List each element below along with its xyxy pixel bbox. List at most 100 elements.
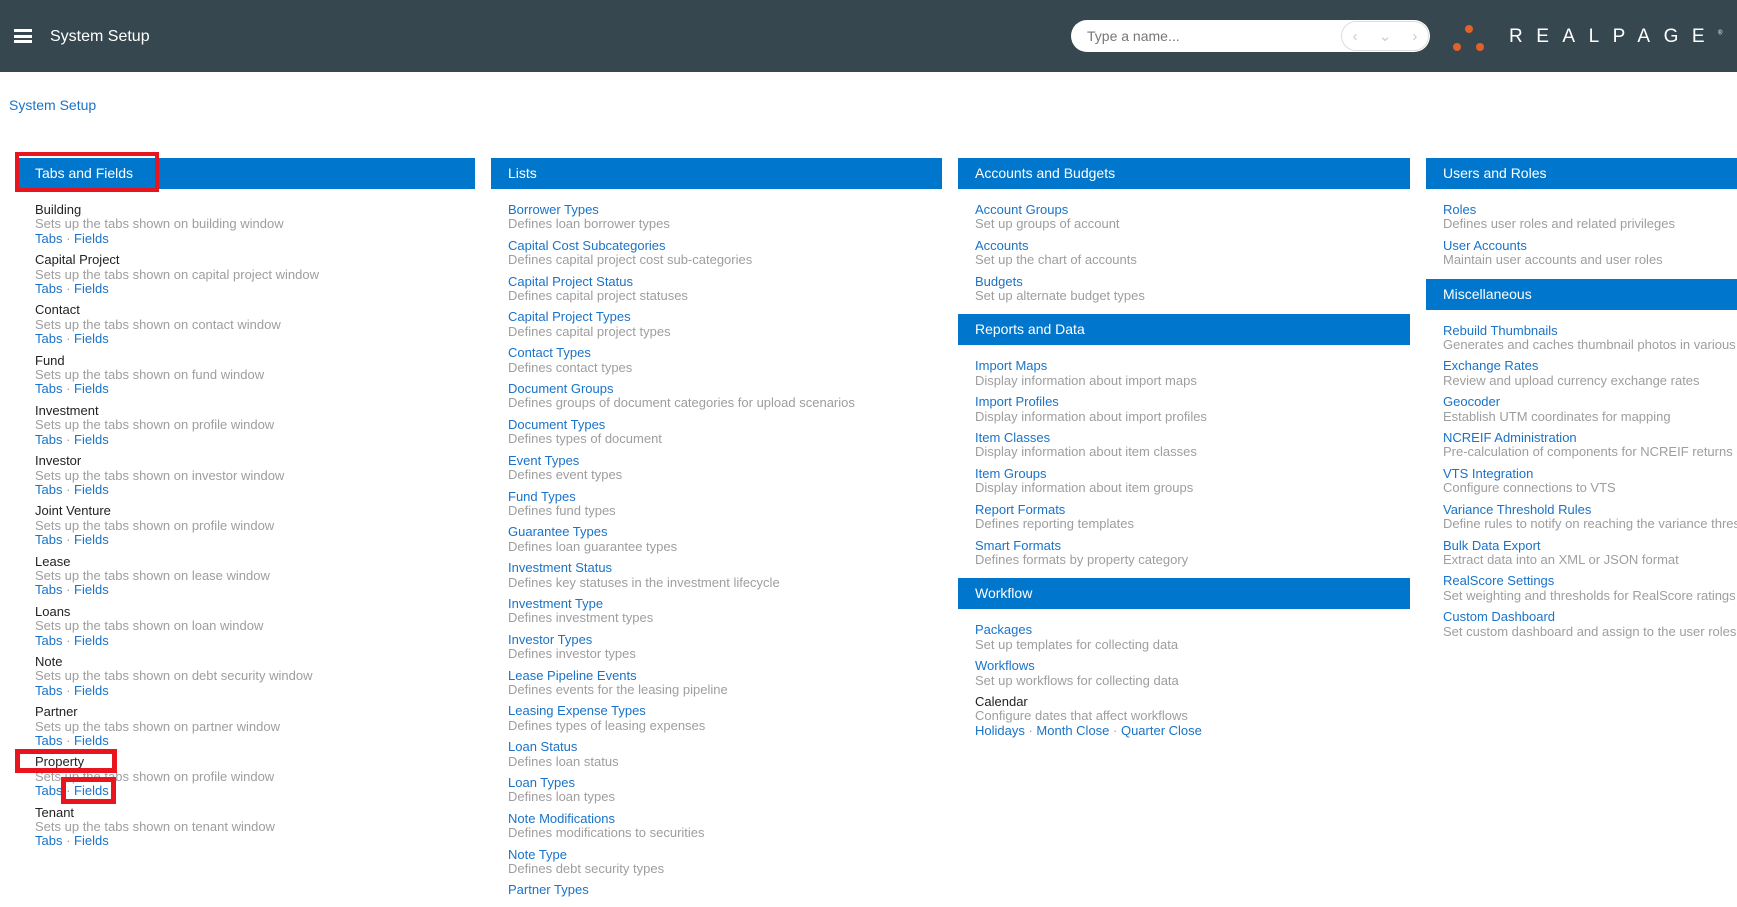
search-input[interactable] xyxy=(1087,27,1337,45)
list-item: GeocoderEstablish UTM coordinates for ma… xyxy=(1443,395,1737,424)
fields-link[interactable]: Fields xyxy=(74,683,109,698)
fields-link[interactable]: Fields xyxy=(74,231,109,246)
item-link[interactable]: Investment Type xyxy=(508,597,942,611)
tabs-link[interactable]: Tabs xyxy=(35,231,62,246)
separator: · xyxy=(62,331,74,346)
item-desc: Establish UTM coordinates for mapping xyxy=(1443,410,1737,424)
item-link[interactable]: Document Types xyxy=(508,418,942,432)
item-link[interactable]: Custom Dashboard xyxy=(1443,610,1737,624)
item-links: Tabs · Fields xyxy=(35,483,475,497)
item-link[interactable]: Note Type xyxy=(508,848,942,862)
list-item: Import MapsDisplay information about imp… xyxy=(975,359,1410,388)
list-item: Bulk Data ExportExtract data into an XML… xyxy=(1443,539,1737,568)
tabs-link[interactable]: Tabs xyxy=(35,532,62,547)
item-link[interactable]: Note Modifications xyxy=(508,812,942,826)
item-link[interactable]: RealScore Settings xyxy=(1443,574,1737,588)
item-link[interactable]: Event Types xyxy=(508,454,942,468)
item-link[interactable]: Rebuild Thumbnails xyxy=(1443,324,1737,338)
item-link[interactable]: Fund Types xyxy=(508,490,942,504)
item-desc: Sets up the tabs shown on fund window xyxy=(35,368,475,382)
item-link[interactable]: Capital Cost Subcategories xyxy=(508,239,942,253)
item-link[interactable]: Loan Types xyxy=(508,776,942,790)
item-link[interactable]: Capital Project Status xyxy=(508,275,942,289)
fields-link[interactable]: Fields xyxy=(74,331,109,346)
item-link[interactable]: Item Classes xyxy=(975,431,1410,445)
chevron-down-icon[interactable]: ⌄ xyxy=(1379,27,1392,45)
menu-icon[interactable] xyxy=(14,29,32,43)
fields-link[interactable]: Fields xyxy=(74,281,109,296)
fields-link[interactable]: Fields xyxy=(74,532,109,547)
item-link[interactable]: Partner Types xyxy=(508,883,942,897)
item-link[interactable]: Report Formats xyxy=(975,503,1410,517)
list-item: Guarantee TypesDefines loan guarantee ty… xyxy=(508,525,942,554)
item-link[interactable]: Budgets xyxy=(975,275,1410,289)
tabs-link[interactable]: Tabs xyxy=(35,432,62,447)
tabs-link[interactable]: Tabs xyxy=(35,733,62,748)
item-link[interactable]: Roles xyxy=(1443,203,1737,217)
logo-dot-icon xyxy=(1476,43,1484,51)
item-link[interactable]: Capital Project Types xyxy=(508,310,942,324)
section-header: Workflow xyxy=(958,578,1410,609)
tabs-link[interactable]: Tabs xyxy=(35,633,62,648)
item-link[interactable]: Exchange Rates xyxy=(1443,359,1737,373)
chevron-left-icon[interactable]: ‹ xyxy=(1353,28,1358,45)
item-link[interactable]: User Accounts xyxy=(1443,239,1737,253)
fields-link[interactable]: Fields xyxy=(74,633,109,648)
tabs-link[interactable]: Tabs xyxy=(35,281,62,296)
item-link[interactable]: Investment Status xyxy=(508,561,942,575)
item-link[interactable]: Loan Status xyxy=(508,740,942,754)
item-title: Capital Project xyxy=(35,253,475,267)
fields-link[interactable]: Fields xyxy=(74,381,109,396)
list-item: TenantSets up the tabs shown on tenant w… xyxy=(35,806,475,849)
item-link[interactable]: Borrower Types xyxy=(508,203,942,217)
item-link[interactable]: Leasing Expense Types xyxy=(508,704,942,718)
list-item: Note TypeDefines debt security types xyxy=(508,848,942,877)
tabs-link[interactable]: Tabs xyxy=(35,582,62,597)
item-link[interactable]: VTS Integration xyxy=(1443,467,1737,481)
fields-link[interactable]: Fields xyxy=(74,833,109,848)
tabs-link[interactable]: Tabs xyxy=(35,331,62,346)
item-desc: Configure dates that affect workflows xyxy=(975,709,1410,723)
fields-link[interactable]: Fields xyxy=(74,482,109,497)
item-link[interactable]: Guarantee Types xyxy=(508,525,942,539)
item-link[interactable]: Import Profiles xyxy=(975,395,1410,409)
tabs-link[interactable]: Tabs xyxy=(35,381,62,396)
item-link[interactable]: Accounts xyxy=(975,239,1410,253)
item-link[interactable]: Document Groups xyxy=(508,382,942,396)
column-tabs-fields: Tabs and Fields BuildingSets up the tabs… xyxy=(18,158,475,860)
list-item: Report FormatsDefines reporting template… xyxy=(975,503,1410,532)
item-link[interactable]: Workflows xyxy=(975,659,1410,673)
item-link[interactable]: Variance Threshold Rules xyxy=(1443,503,1737,517)
item-link[interactable]: Item Groups xyxy=(975,467,1410,481)
list-item: Note ModificationsDefines modifications … xyxy=(508,812,942,841)
tabs-link[interactable]: Tabs xyxy=(35,833,62,848)
tabs-link[interactable]: Tabs xyxy=(35,482,62,497)
fields-link[interactable]: Fields xyxy=(74,733,109,748)
item-desc: Set up alternate budget types xyxy=(975,289,1410,303)
separator: · xyxy=(62,582,74,597)
separator: · xyxy=(62,683,74,698)
item-link[interactable]: Geocoder xyxy=(1443,395,1737,409)
item-link[interactable]: Bulk Data Export xyxy=(1443,539,1737,553)
list-item: User AccountsMaintain user accounts and … xyxy=(1443,239,1737,268)
tabs-link[interactable]: Tabs xyxy=(35,683,62,698)
item-link[interactable]: Account Groups xyxy=(975,203,1410,217)
item-link[interactable]: Contact Types xyxy=(508,346,942,360)
item-link[interactable]: Import Maps xyxy=(975,359,1410,373)
quarter-close-link[interactable]: Quarter Close xyxy=(1121,723,1202,738)
fields-link[interactable]: Fields xyxy=(74,783,109,798)
holidays-link[interactable]: Holidays xyxy=(975,723,1025,738)
item-link[interactable]: NCREIF Administration xyxy=(1443,431,1737,445)
month-close-link[interactable]: Month Close xyxy=(1036,723,1109,738)
chevron-right-icon[interactable]: › xyxy=(1412,28,1417,45)
tabs-link[interactable]: Tabs xyxy=(35,783,62,798)
fields-link[interactable]: Fields xyxy=(74,582,109,597)
item-link[interactable]: Packages xyxy=(975,623,1410,637)
fields-link[interactable]: Fields xyxy=(74,432,109,447)
item-links: Tabs · Fields xyxy=(35,332,475,346)
item-link[interactable]: Investor Types xyxy=(508,633,942,647)
item-link[interactable]: Lease Pipeline Events xyxy=(508,669,942,683)
item-title: Fund xyxy=(35,354,475,368)
item-link[interactable]: Smart Formats xyxy=(975,539,1410,553)
brand-name: REALPAGE xyxy=(1509,26,1718,47)
